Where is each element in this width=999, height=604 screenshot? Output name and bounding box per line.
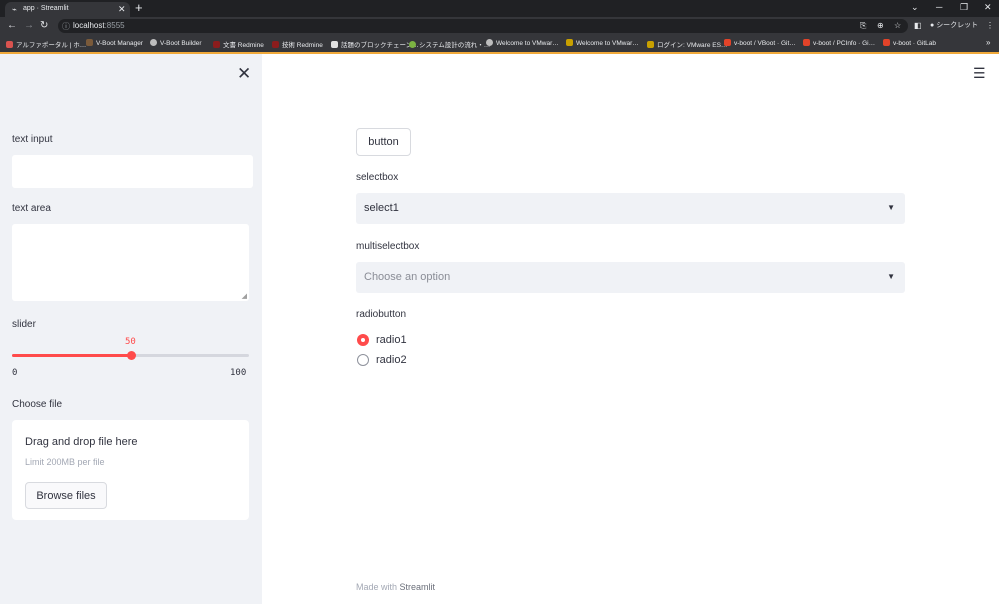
translate-icon[interactable]: ⎘ [860,21,866,31]
resize-handle-icon[interactable]: ◢ [242,292,247,300]
bookmark-item[interactable]: 技術 Redmine [272,39,323,49]
slider-label: slider [12,319,36,330]
chevron-down-icon: ▼ [887,272,895,281]
browser-menu-icon[interactable]: ⋮ [986,21,994,30]
radio-option[interactable]: radio1 [357,334,427,348]
dropzone-limit: Limit 200MB per file [25,457,105,467]
sidebar: ✕ text input text area ◢ slider 50 0 100… [0,54,262,604]
text-area-label: text area [12,203,51,214]
slider-fill [12,354,131,357]
file-dropzone[interactable]: Drag and drop file here Limit 200MB per … [12,420,249,520]
text-area[interactable]: ◢ [12,224,249,301]
bookmark-item[interactable]: v-boot / PCInfo · Gi… [803,39,875,47]
bookmarks-bar: アルファポータル | ホ… V-Boot Manager V-Boot Buil… [0,35,999,53]
zoom-icon[interactable]: ⊕ [877,21,884,30]
browser-tab-strip: ⌁ app · Streamlit ✕ + ⌄ ─ ❐ ✕ [0,0,999,17]
browser-toolbar: ← → ↻ ⓘ localhost:8555 ⎘ ⊕ ☆ ◧ ● シークレット … [0,17,999,35]
incognito-profile[interactable]: ● シークレット [930,20,978,30]
slider-track[interactable] [12,351,249,360]
radio-selected-icon [357,334,369,346]
dropzone-title: Drag and drop file here [25,436,138,448]
address-bar[interactable]: ⓘ localhost:8555 ⎘ ⊕ ☆ [58,19,908,33]
bookmark-item[interactable]: 文書 Redmine [213,39,264,49]
browser-tab[interactable]: ⌁ app · Streamlit ✕ [5,2,130,17]
selectbox-label: selectbox [356,172,399,183]
browse-files-button[interactable]: Browse files [25,482,107,509]
bookmark-item[interactable]: v-boot · GitLab [883,39,936,47]
restore-icon[interactable]: ❐ [960,2,968,13]
selectbox-value: select1 [364,202,399,214]
bookmark-item[interactable]: システム設計の流れ・… [409,39,490,49]
radio-unselected-icon [357,354,369,366]
radio-group-label: radiobutton [356,309,407,320]
tab-search-icon[interactable]: ⌄ [911,2,919,13]
footer: Made with Streamlit [356,582,435,592]
slider-max: 100 [230,368,247,378]
file-uploader-label: Choose file [12,399,63,410]
streamlit-icon: ⌁ [12,5,17,14]
radio-option-label: radio2 [376,354,407,366]
text-input-label: text input [12,134,53,145]
hamburger-menu-icon[interactable]: ☰ [973,66,986,80]
back-icon[interactable]: ← [7,20,17,32]
radio-option[interactable]: radio2 [357,354,427,368]
multiselect[interactable]: Choose an option ▼ [356,262,905,293]
tab-title: app · Streamlit [23,5,69,12]
slider-thumb[interactable] [126,351,136,360]
footer-text: Made with [356,582,398,592]
url-text: localhost:8555 [73,21,125,30]
slider-min: 0 [12,368,18,378]
radio-option-label: radio1 [376,334,407,346]
bookmark-item[interactable]: アルファポータル | ホ… [6,39,86,49]
window-close-icon[interactable]: ✕ [984,2,992,13]
side-panel-icon[interactable]: ◧ [914,21,922,30]
bookmark-item[interactable]: V-Boot Builder [150,39,202,47]
footer-streamlit-link[interactable]: Streamlit [400,582,436,592]
bookmark-item[interactable]: v-boot / VBoot · Git… [724,39,796,47]
minimize-icon[interactable]: ─ [936,2,942,12]
reload-icon[interactable]: ↻ [40,20,48,32]
bookmark-item[interactable]: 話題のブロックチェーン… [331,39,419,49]
multiselect-placeholder: Choose an option [364,271,451,283]
bookmark-item[interactable]: Welcome to VMwar… [486,39,559,47]
bookmark-item[interactable]: V-Boot Manager [86,39,143,47]
chevron-down-icon: ▼ [887,203,895,212]
forward-icon[interactable]: → [24,20,34,32]
close-tab-icon[interactable]: ✕ [118,4,126,15]
selectbox[interactable]: select1 ▼ [356,193,905,224]
main-button[interactable]: button [356,128,411,156]
info-icon[interactable]: ⓘ [62,21,70,32]
multiselect-label: multiselectbox [356,241,420,252]
bookmark-item[interactable]: Welcome to VMwar… [566,39,639,47]
bookmark-star-icon[interactable]: ☆ [894,21,901,30]
bookmark-item[interactable]: ログイン: VMware ES… [647,39,727,49]
text-input[interactable] [12,155,253,188]
slider-value: 50 [125,337,136,347]
bookmarks-overflow-icon[interactable]: » [986,38,990,47]
close-sidebar-icon[interactable]: ✕ [237,65,251,83]
new-tab-icon[interactable]: + [135,1,143,15]
